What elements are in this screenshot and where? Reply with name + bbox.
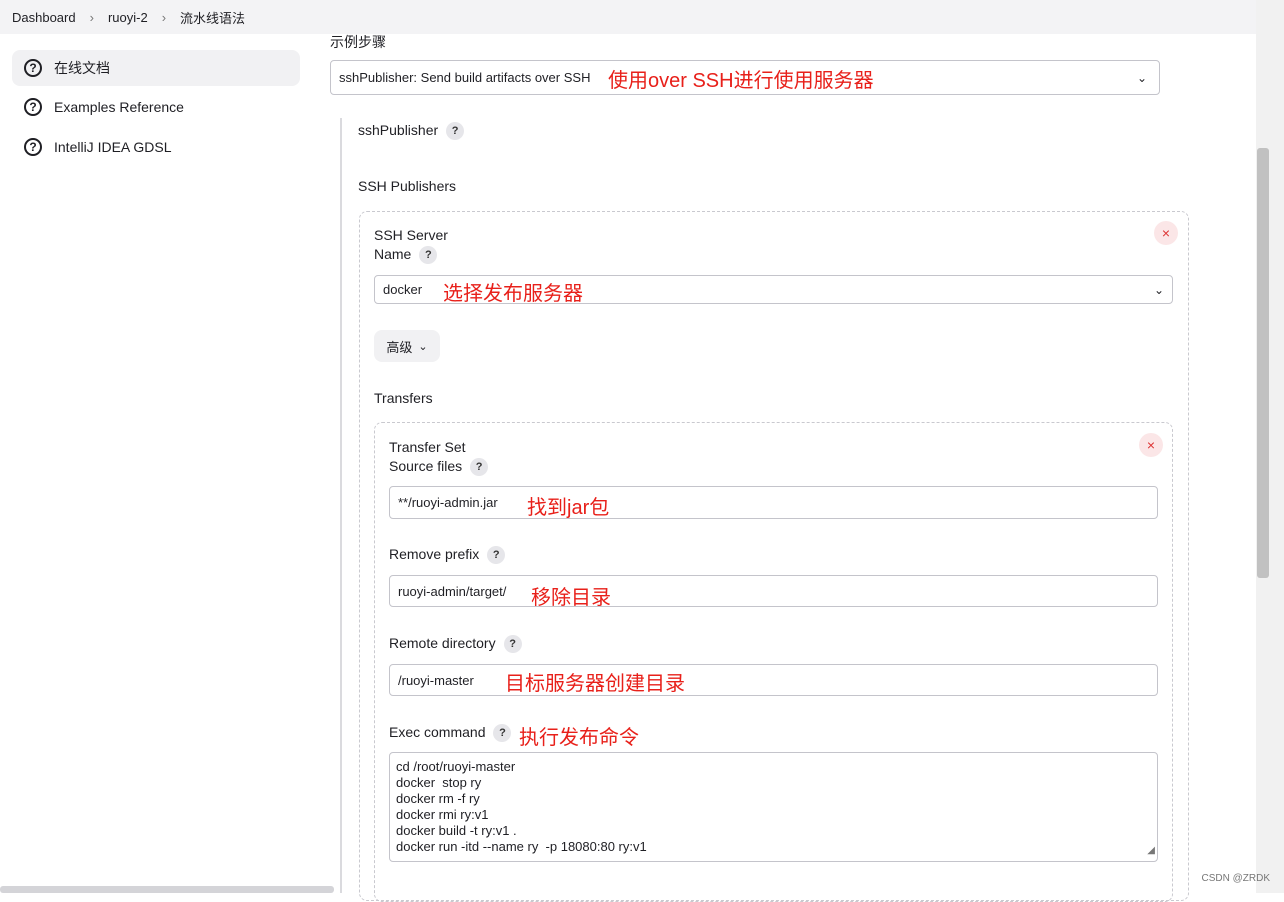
chevron-down-icon: ⌄ [1136,70,1147,85]
remove-ssh-server-button[interactable]: × [1154,221,1178,245]
sidebar-item-online-docs[interactable]: ? 在线文档 [12,50,300,86]
remove-prefix-input[interactable]: ruoyi-admin/target/ [389,575,1158,607]
help-icon[interactable]: ? [446,122,465,141]
sidebar-item-label: Examples Reference [54,99,184,115]
ssh-publisher-label: sshPublisher? [358,122,465,141]
chevron-down-icon: ⌄ [418,340,428,353]
help-circle-icon: ? [24,138,42,156]
ssh-server-name-value: docker [383,282,423,297]
help-icon[interactable]: ? [503,635,522,654]
sidebar: ? 在线文档 ? Examples Reference ? IntelliJ I… [0,34,320,893]
annotation-exec-command: 执行发布命令 [519,727,639,749]
help-icon[interactable]: ? [419,246,438,265]
source-files-input[interactable]: **/ruoyi-admin.jar [389,486,1158,519]
remove-prefix-label: Remove prefix? [389,546,506,565]
page-scrollbar-thumb[interactable] [1257,148,1269,578]
exec-command-textarea[interactable]: cd /root/ruoyi-master docker stop ry doc… [389,752,1158,862]
remote-directory-label: Remote directory? [389,635,522,654]
annotation-remove-prefix: 移除目录 [531,587,611,609]
resize-handle-icon[interactable]: ◢ [1147,843,1155,859]
sidebar-item-examples-reference[interactable]: ? Examples Reference [12,89,300,125]
name-label: Name? [374,246,438,265]
annotation-remote-directory: 目标服务器创建目录 [505,673,685,695]
sidebar-item-intellij-gdsl[interactable]: ? IntelliJ IDEA GDSL [12,129,300,165]
breadcrumb-job[interactable]: ruoyi-2 [108,10,148,25]
sidebar-scrollbar[interactable] [0,886,334,893]
exec-command-text: Exec command [389,724,486,740]
sample-step-label: 示例步骤 [330,34,386,50]
ssh-publisher-text: sshPublisher [358,122,439,138]
remove-prefix-text: Remove prefix [389,546,480,562]
help-icon[interactable]: ? [493,724,512,743]
annotation-source-files: 找到jar包 [527,497,610,519]
annotation-name: 选择发布服务器 [443,283,583,305]
help-icon[interactable]: ? [487,546,506,565]
transfer-set-title: Transfer Set [389,439,466,455]
advanced-button[interactable]: 高级 ⌄ [374,330,440,362]
chevron-down-icon: ⌄ [1153,282,1164,297]
exec-command-value: cd /root/ruoyi-master docker stop ry doc… [396,759,647,854]
ssh-server-title: SSH Server [374,227,448,243]
sample-step-value: sshPublisher: Send build artifacts over … [339,70,591,85]
remove-transfer-set-button[interactable]: × [1139,433,1163,457]
remote-directory-text: Remote directory [389,635,496,651]
ssh-publishers-label: SSH Publishers [358,178,457,194]
sidebar-item-label: IntelliJ IDEA GDSL [54,139,172,155]
help-icon[interactable]: ? [470,458,489,477]
advanced-label: 高级 [386,339,413,355]
breadcrumb-pipeline-syntax[interactable]: 流水线语法 [180,8,245,27]
remote-directory-value: /ruoyi-master [398,672,474,688]
sidebar-item-label: 在线文档 [54,60,110,76]
name-text: Name [374,246,412,262]
transfers-label: Transfers [374,390,433,406]
breadcrumb-dashboard[interactable]: Dashboard [12,10,76,25]
source-files-label: Source files? [389,458,489,477]
help-circle-icon: ? [24,98,42,116]
remove-prefix-value: ruoyi-admin/target/ [398,583,507,599]
help-circle-icon: ? [24,59,42,77]
watermark: CSDN @ZRDK [1201,873,1271,884]
source-files-text: Source files [389,458,463,474]
chevron-right-icon: › [89,9,94,25]
annotation-sample-step: 使用over SSH进行使用服务器 [608,70,874,92]
exec-command-label: Exec command? [389,724,512,743]
breadcrumb: Dashboard › ruoyi-2 › 流水线语法 [0,0,1256,34]
source-files-value: **/ruoyi-admin.jar [398,495,498,510]
section-divider [340,118,342,893]
chevron-right-icon: › [161,9,167,25]
